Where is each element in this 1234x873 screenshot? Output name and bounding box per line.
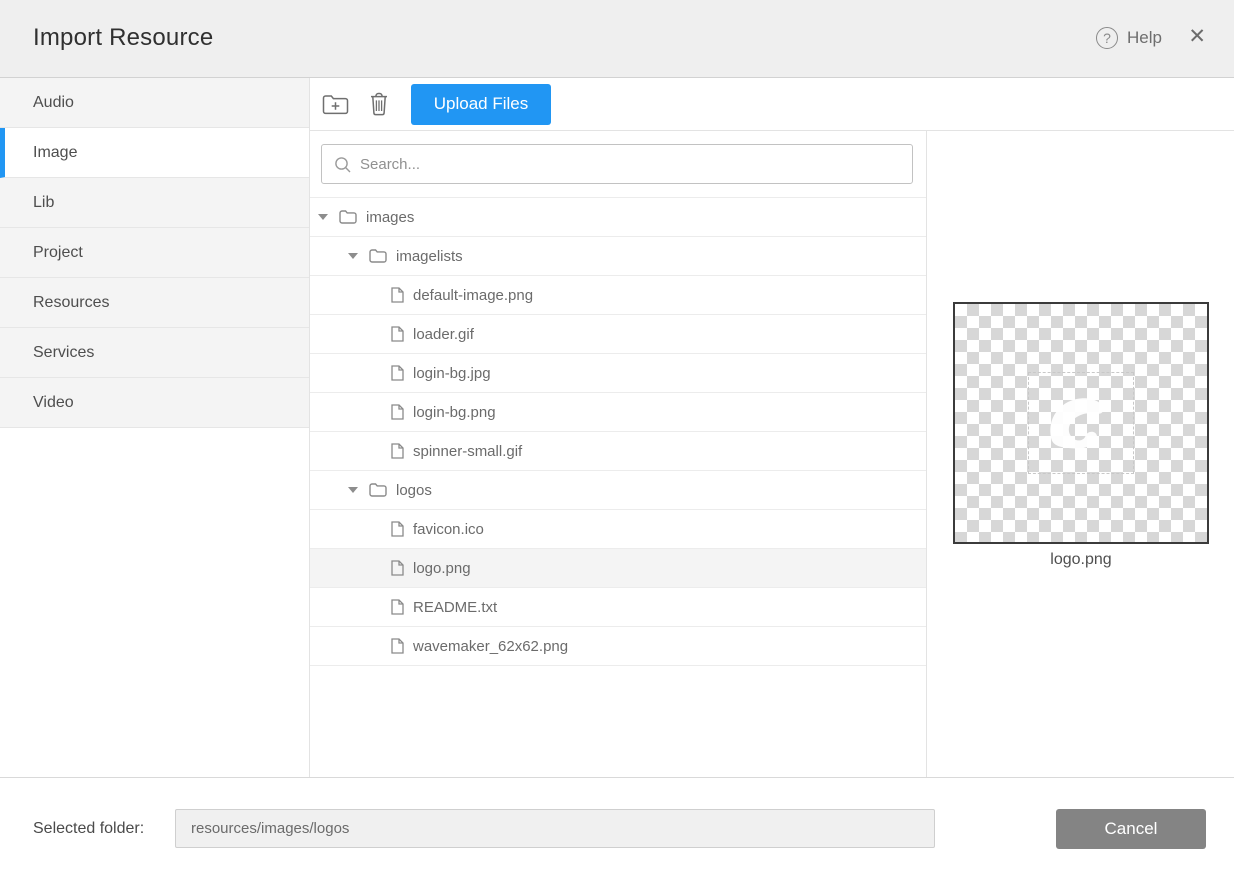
sidebar-item-label: Lib (33, 194, 54, 212)
tree-item-label: favicon.ico (413, 521, 484, 538)
upload-files-button[interactable]: Upload Files (411, 84, 551, 125)
file-icon (391, 560, 404, 576)
tree-row-login-bg-png[interactable]: login-bg.png (310, 393, 926, 432)
tree-row-login-bg-jpg[interactable]: login-bg.jpg (310, 354, 926, 393)
content-area: Upload Files images (310, 78, 1234, 777)
tree-item-label: images (366, 209, 414, 226)
file-icon (391, 443, 404, 459)
delete-button[interactable] (369, 92, 389, 116)
page-title: Import Resource (33, 24, 213, 52)
file-icon (391, 287, 404, 303)
search-box (321, 144, 913, 184)
tree-row-favicon-ico[interactable]: favicon.ico (310, 510, 926, 549)
caret-down-icon[interactable] (348, 487, 358, 493)
tree-item-label: imagelists (396, 248, 463, 265)
file-icon (391, 599, 404, 615)
sidebar-item-label: Services (33, 344, 94, 362)
file-icon (391, 638, 404, 654)
dialog-footer: Selected folder: Cancel (0, 777, 1234, 873)
tree-item-label: login-bg.png (413, 404, 496, 421)
sidebar-item-image[interactable]: Image (0, 128, 309, 178)
toolbar: Upload Files (310, 78, 1234, 131)
tree-row-readme-txt[interactable]: README.txt (310, 588, 926, 627)
file-tree-panel: images imagelists default-image.png load… (310, 131, 927, 777)
sidebar-item-video[interactable]: Video (0, 378, 309, 428)
tree-item-label: loader.gif (413, 326, 474, 343)
new-folder-button[interactable] (322, 93, 349, 116)
folder-icon (369, 483, 387, 497)
search-input[interactable] (322, 145, 912, 183)
tree-item-label: spinner-small.gif (413, 443, 522, 460)
sidebar-item-label: Video (33, 394, 74, 412)
preview-caption: logo.png (953, 551, 1209, 569)
folder-icon (339, 210, 357, 224)
sidebar-item-resources[interactable]: Resources (0, 278, 309, 328)
sidebar-item-lib[interactable]: Lib (0, 178, 309, 228)
file-icon (391, 404, 404, 420)
search-bar (310, 131, 926, 198)
sidebar-item-label: Image (33, 144, 77, 162)
tree-row-imagelists[interactable]: imagelists (310, 237, 926, 276)
sidebar-item-label: Resources (33, 294, 109, 312)
folder-plus-icon (322, 93, 349, 116)
trash-icon (369, 92, 389, 116)
tree-row-logo-png[interactable]: logo.png (310, 549, 926, 588)
tree-item-label: README.txt (413, 599, 497, 616)
tree-row-spinner-small-gif[interactable]: spinner-small.gif (310, 432, 926, 471)
cancel-button[interactable]: Cancel (1056, 809, 1206, 849)
tree-item-label: wavemaker_62x62.png (413, 638, 568, 655)
file-icon (391, 521, 404, 537)
dialog-header: Import Resource ? Help ✕ (0, 0, 1234, 78)
sidebar-item-project[interactable]: Project (0, 228, 309, 278)
file-icon (391, 326, 404, 342)
tree-row-logos[interactable]: logos (310, 471, 926, 510)
sidebar-item-label: Audio (33, 94, 74, 112)
folder-icon (369, 249, 387, 263)
file-tree: images imagelists default-image.png load… (310, 198, 926, 666)
sidebar-item-audio[interactable]: Audio (0, 78, 309, 128)
help-button[interactable]: ? Help (1096, 27, 1162, 49)
caret-down-icon[interactable] (348, 253, 358, 259)
help-label: Help (1127, 28, 1162, 48)
tree-row-images[interactable]: images (310, 198, 926, 237)
sidebar-item-label: Project (33, 244, 83, 262)
tree-row-default-image-png[interactable]: default-image.png (310, 276, 926, 315)
tree-row-loader-gif[interactable]: loader.gif (310, 315, 926, 354)
preview-panel: logo.png (927, 131, 1234, 777)
tree-row-wavemaker-62x62-png[interactable]: wavemaker_62x62.png (310, 627, 926, 666)
tree-item-label: logos (396, 482, 432, 499)
selected-folder-input[interactable] (175, 809, 935, 848)
logo-image (1041, 386, 1121, 460)
tree-item-label: login-bg.jpg (413, 365, 491, 382)
sidebar-item-services[interactable]: Services (0, 328, 309, 378)
close-icon[interactable]: ✕ (1188, 26, 1206, 47)
selected-folder-label: Selected folder: (33, 809, 144, 848)
tree-item-label: default-image.png (413, 287, 533, 304)
image-preview (953, 302, 1209, 544)
help-icon: ? (1096, 27, 1118, 49)
sidebar: Audio Image Lib Project Resources Servic… (0, 78, 310, 777)
tree-item-label: logo.png (413, 560, 471, 577)
import-resource-dialog: Import Resource ? Help ✕ Audio Image Lib… (0, 0, 1234, 873)
caret-down-icon[interactable] (318, 214, 328, 220)
file-icon (391, 365, 404, 381)
